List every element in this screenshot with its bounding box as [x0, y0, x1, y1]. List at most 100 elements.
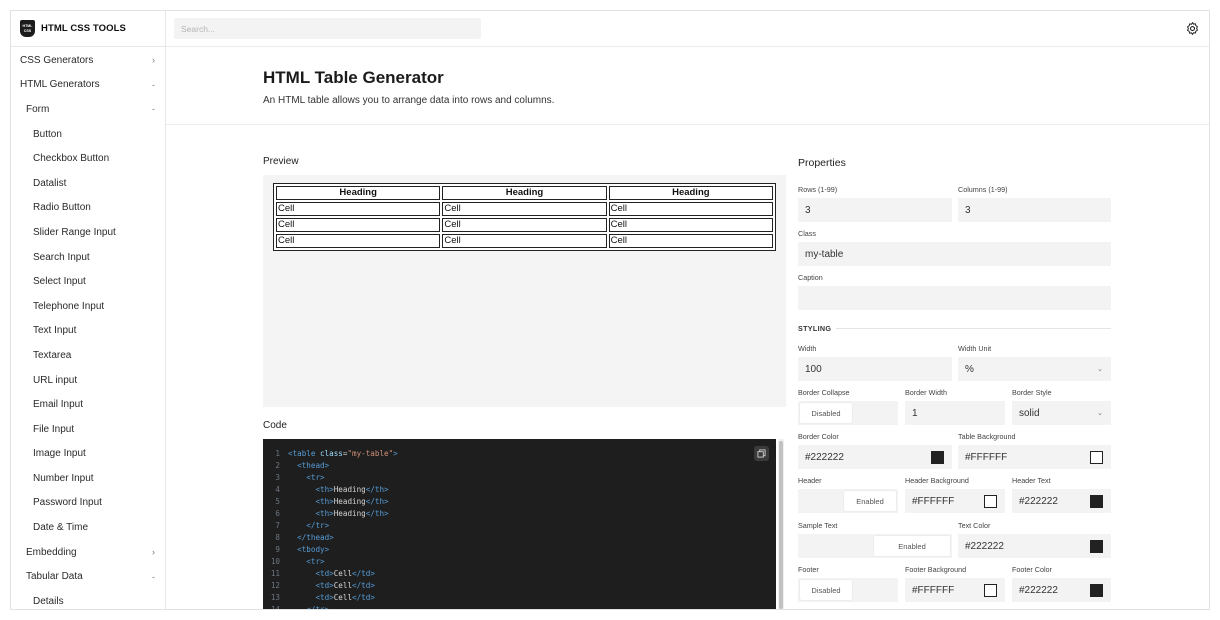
search-input[interactable] [174, 18, 481, 39]
color-swatch[interactable] [931, 450, 944, 464]
caption-input[interactable] [798, 286, 1111, 310]
line-number: 4 [275, 485, 280, 494]
sidebar-item[interactable]: URL input [11, 368, 165, 393]
color-swatch[interactable] [1090, 539, 1103, 553]
footer-color-input[interactable]: #222222 [1012, 578, 1111, 602]
columns-input[interactable]: 3 [958, 198, 1111, 222]
sample-text-toggle[interactable]: Enabled [798, 534, 952, 558]
sidebar-item[interactable]: Tabular Data - [11, 564, 165, 589]
code-token: </td> [352, 593, 375, 602]
border-color-input[interactable]: #222222 [798, 445, 952, 469]
code-line: 8 </thead> [263, 532, 398, 544]
sidebar-item[interactable]: Button [11, 122, 165, 147]
scrollbar-thumb[interactable] [779, 441, 783, 609]
border-style-select[interactable]: solid ⌄ [1012, 401, 1111, 425]
sidebar-item[interactable]: Telephone Input [11, 294, 165, 319]
border-width-input[interactable]: 1 [905, 401, 1005, 425]
sidebar-item[interactable]: Text Input [11, 319, 165, 344]
sidebar-item[interactable]: Number Input [11, 466, 165, 491]
table-row: Cell Cell Cell [276, 202, 773, 216]
chevron-right-icon[interactable]: › [152, 55, 155, 65]
sidebar-item-label: Date & Time [33, 522, 89, 534]
sidebar-item[interactable]: Checkbox Button [11, 146, 165, 171]
color-swatch[interactable] [984, 583, 997, 597]
code-line: 13 <td> Cell </td> [263, 592, 398, 604]
chevron-down-icon: ⌄ [1097, 366, 1103, 373]
sidebar-item[interactable]: Image Input [11, 442, 165, 467]
header-toggle[interactable]: Enabled [798, 489, 898, 513]
color-swatch[interactable] [1090, 583, 1103, 597]
logo-text: HTML CSS [22, 24, 33, 33]
brand-name: HTML CSS TOOLS [41, 23, 126, 34]
width-unit-select[interactable]: % ⌄ [958, 357, 1111, 381]
class-input[interactable]: my-table [798, 242, 1111, 266]
sidebar-item[interactable]: Datalist [11, 171, 165, 196]
collapse-icon[interactable]: - [152, 80, 155, 90]
sidebar-item[interactable]: File Input [11, 417, 165, 442]
footer-bg-value: #FFFFFF [912, 584, 955, 596]
code-token: </th> [365, 485, 389, 494]
code-token: class [320, 449, 343, 458]
sidebar-item[interactable]: Details [11, 589, 165, 609]
header-state: Enabled [844, 491, 896, 511]
code-token: <table [288, 449, 321, 458]
sample-text-state: Enabled [874, 536, 950, 556]
sidebar-item[interactable]: Textarea [11, 343, 165, 368]
text-color-input[interactable]: #222222 [958, 534, 1111, 558]
sidebar-item[interactable]: CSS Generators › [11, 48, 165, 73]
sidebar-item-label: File Input [33, 423, 75, 435]
code-token: <thead> [297, 461, 330, 470]
sidebar-item[interactable]: Form - [11, 97, 165, 122]
sidebar-nav: CSS Generators › HTML Generators - Form - Butt… [11, 47, 165, 609]
sidebar-item[interactable]: Select Input [11, 269, 165, 294]
code-line: 11 <td> Cell </td> [263, 568, 398, 580]
sidebar-item[interactable]: Slider Range Input [11, 220, 165, 245]
footer-bg-input[interactable]: #FFFFFF [905, 578, 1005, 602]
gear-icon[interactable] [1185, 21, 1200, 36]
footer-toggle[interactable]: Disabled [798, 578, 898, 602]
properties-title: Properties [798, 157, 846, 169]
chevron-right-icon[interactable]: › [152, 547, 155, 557]
rows-input[interactable]: 3 [798, 198, 952, 222]
header-text-input[interactable]: #222222 [1012, 489, 1111, 513]
code-token: <th> [315, 497, 334, 506]
color-swatch[interactable] [984, 494, 997, 508]
code-line: 6 <th> Heading </th> [263, 508, 398, 520]
sidebar-item-label: HTML Generators [20, 79, 100, 91]
table-bg-label: Table Background [958, 432, 1016, 441]
header-bg-input[interactable]: #FFFFFF [905, 489, 1005, 513]
border-style-value: solid [1019, 407, 1040, 419]
sidebar-item[interactable]: Email Input [11, 392, 165, 417]
collapse-icon[interactable]: - [152, 104, 155, 114]
code-scrollbar[interactable] [778, 439, 784, 609]
border-collapse-toggle[interactable]: Disabled [798, 401, 898, 425]
color-swatch[interactable] [1090, 494, 1103, 508]
code-token: "my-table" [347, 449, 394, 458]
sidebar-item[interactable]: Radio Button [11, 196, 165, 221]
table-bg-input[interactable]: #FFFFFF [958, 445, 1111, 469]
sidebar-item[interactable]: HTML Generators - [11, 73, 165, 98]
footer-color-value: #222222 [1019, 584, 1058, 596]
sidebar-item[interactable]: Password Input [11, 491, 165, 516]
brand[interactable]: HTML CSS HTML CSS TOOLS [11, 11, 165, 47]
collapse-icon[interactable]: - [152, 572, 155, 582]
sidebar-item[interactable]: Embedding › [11, 540, 165, 565]
code-line: 10 <tr> [263, 556, 398, 568]
copy-button[interactable] [754, 446, 769, 461]
sidebar-item-label: CSS Generators [20, 54, 94, 66]
width-label: Width [798, 344, 817, 353]
color-swatch[interactable] [1090, 450, 1103, 464]
sidebar-item[interactable]: Date & Time [11, 515, 165, 540]
text-color-value: #222222 [965, 540, 1004, 552]
chevron-down-icon: ⌄ [1097, 410, 1103, 417]
border-color-label: Border Color [798, 432, 839, 441]
sidebar: HTML CSS HTML CSS TOOLS CSS Generators › H… [11, 11, 166, 609]
width-input[interactable]: 100 [798, 357, 952, 381]
line-number: 6 [275, 509, 280, 518]
code-line: 9 <tbody> [263, 544, 398, 556]
code-editor[interactable]: 1 <table class = "my-table" >2 <thead> 3 <tr>… [263, 439, 776, 609]
line-number: 12 [270, 581, 280, 590]
sidebar-item[interactable]: Search Input [11, 245, 165, 270]
sidebar-item-label: Form [26, 103, 50, 115]
